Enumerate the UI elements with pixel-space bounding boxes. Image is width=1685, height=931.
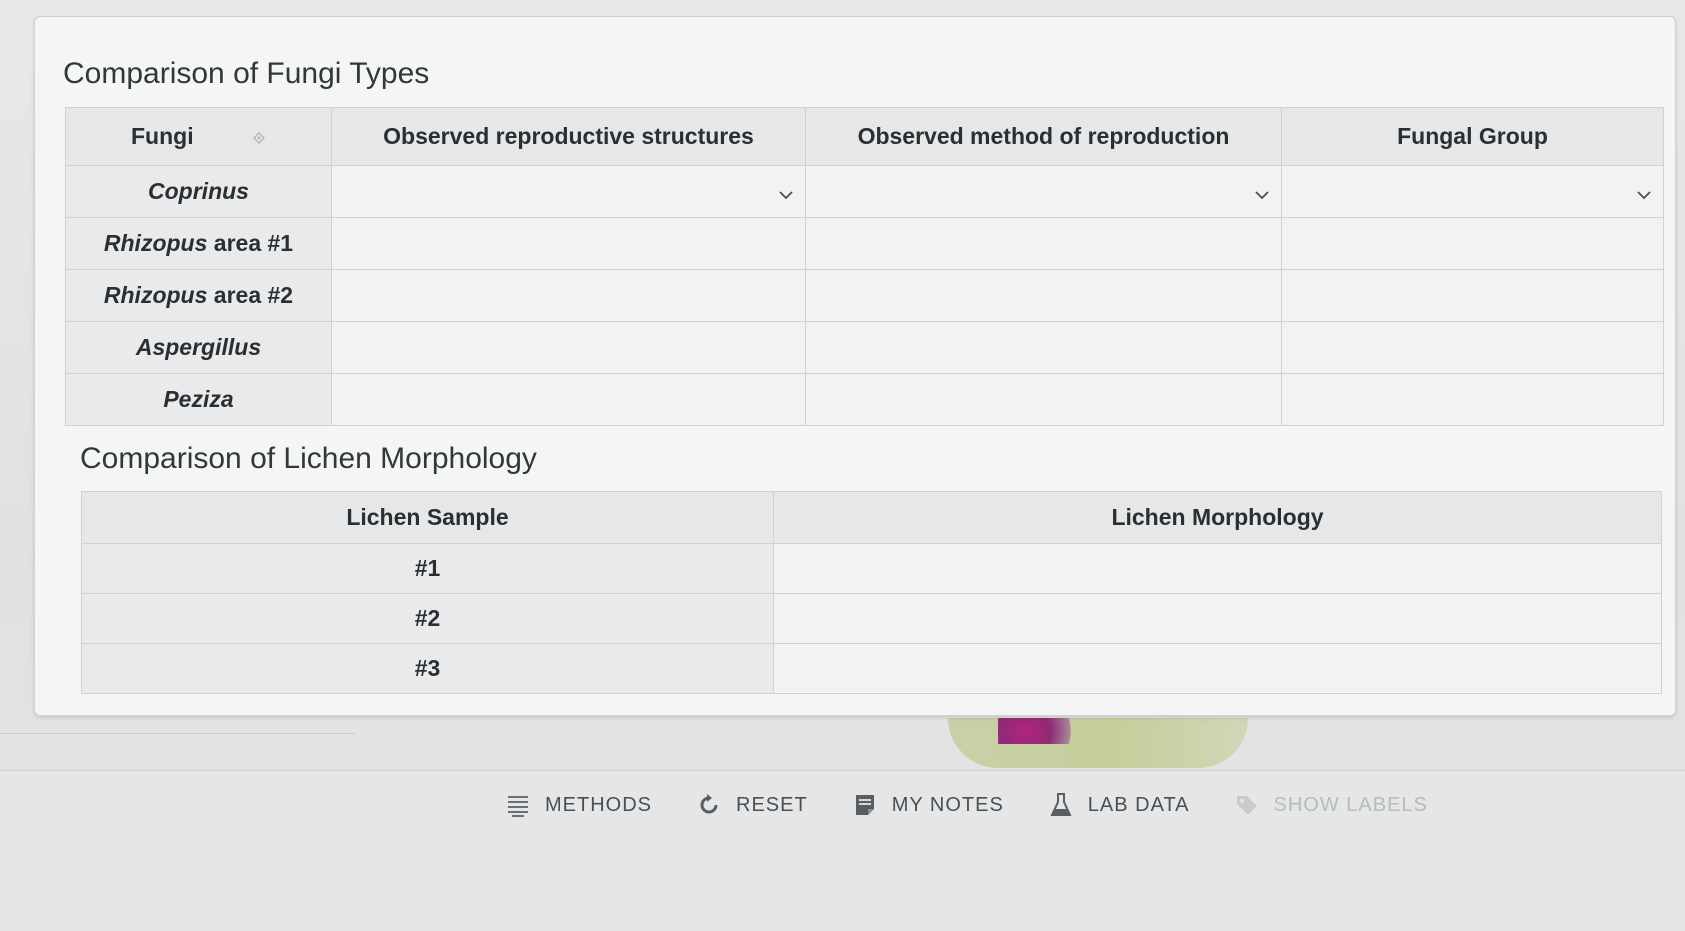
header-lichen-sample: Lichen Sample [81,491,774,544]
table-row: Coprinus [65,165,1664,218]
lab-workspace: Comparison of Fungi Types Fungi Observed… [0,0,1685,931]
fungal-group-cell[interactable] [1281,373,1664,426]
table-row: #3 [81,643,1662,694]
table-row: Rhizopus area #2 [65,269,1664,322]
sort-icon[interactable] [252,131,266,145]
lichen-table-title: Comparison of Lichen Morphology [80,442,537,475]
refresh-icon [696,792,722,818]
methods-button[interactable]: METHODS [505,792,652,818]
table-row: Rhizopus area #1 [65,217,1664,270]
lichen-morphology-cell[interactable] [773,543,1662,594]
fungal-group-select[interactable] [1281,165,1664,218]
method-of-reproduction-cell[interactable] [805,269,1282,322]
lichen-morphology-table: Lichen Sample Lichen Morphology #1 #2 #3 [81,491,1662,694]
notes-icon [852,792,878,818]
table-row: #1 [81,543,1662,594]
chevron-down-icon[interactable] [1635,183,1653,201]
reproductive-structures-cell[interactable] [331,217,806,270]
fungi-name-cell: Aspergillus [65,321,332,374]
lichen-morphology-cell[interactable] [773,643,1662,694]
fungi-name-cell: Rhizopus area #2 [65,269,332,322]
show-labels-button[interactable]: SHOW LABELS [1234,792,1428,818]
list-icon [505,792,531,818]
header-reproductive-structures: Observed reproductive structures [331,107,806,166]
fungi-name-cell: Coprinus [65,165,332,218]
chevron-down-icon[interactable] [1253,183,1271,201]
table-row: Aspergillus [65,321,1664,374]
fungal-group-cell[interactable] [1281,321,1664,374]
method-of-reproduction-cell[interactable] [805,217,1282,270]
flask-icon [1048,792,1074,818]
method-of-reproduction-cell[interactable] [805,373,1282,426]
header-fungal-group: Fungal Group [1281,107,1664,166]
reproductive-structures-cell[interactable] [331,269,806,322]
fungi-comparison-table: Fungi Observed reproductive structures O… [65,107,1664,426]
lichen-sample-cell: #2 [81,593,774,644]
chevron-down-icon[interactable] [777,183,795,201]
table-row: Peziza [65,373,1664,426]
fungal-group-cell[interactable] [1281,269,1664,322]
header-lichen-morphology: Lichen Morphology [773,491,1662,544]
reproductive-structures-cell[interactable] [331,373,806,426]
lichen-sample-cell: #3 [81,643,774,694]
data-tables-panel: Comparison of Fungi Types Fungi Observed… [34,16,1676,716]
lichen-sample-cell: #1 [81,543,774,594]
header-fungi[interactable]: Fungi [65,107,332,166]
reproductive-structures-cell[interactable] [331,321,806,374]
table-row: #2 [81,593,1662,644]
lab-data-button[interactable]: LAB DATA [1048,792,1190,818]
lichen-header-row: Lichen Sample Lichen Morphology [81,491,1662,544]
microscope-specimen-view [948,718,1248,768]
fungi-table-title: Comparison of Fungi Types [63,57,430,90]
lab-toolbar: METHODS RESET MY NOTES LAB DATA SHOW LAB… [505,790,1428,820]
tag-icon [1234,792,1260,818]
header-method-of-reproduction: Observed method of reproduction [805,107,1282,166]
left-tab-strip [0,722,355,734]
method-of-reproduction-cell[interactable] [805,321,1282,374]
lichen-morphology-cell[interactable] [773,593,1662,644]
fungi-header-row: Fungi Observed reproductive structures O… [65,107,1664,166]
reproductive-structures-select[interactable] [331,165,806,218]
method-of-reproduction-select[interactable] [805,165,1282,218]
fungal-group-cell[interactable] [1281,217,1664,270]
my-notes-button[interactable]: MY NOTES [852,792,1004,818]
fungi-name-cell: Rhizopus area #1 [65,217,332,270]
fungi-name-cell: Peziza [65,373,332,426]
reset-button[interactable]: RESET [696,792,808,818]
